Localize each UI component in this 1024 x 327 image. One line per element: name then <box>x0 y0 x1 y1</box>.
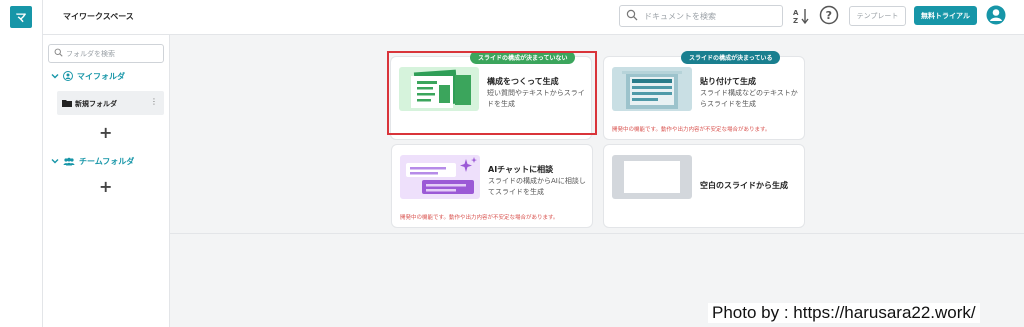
search-icon <box>626 9 638 21</box>
folder-search-input[interactable]: フォルダを検索 <box>48 44 164 63</box>
folder-sidebar: フォルダを検索 マイフォルダ 新規フォルダ ⋮ + チームフォルダ + <box>43 35 170 327</box>
folder-item[interactable]: 新規フォルダ ⋮ <box>57 91 164 115</box>
content-divider <box>170 233 1024 234</box>
chevron-down-icon <box>51 159 59 164</box>
team-icon <box>63 157 75 165</box>
free-trial-button[interactable]: 無料トライアル <box>914 6 977 25</box>
blank-slide-illustration <box>612 155 692 199</box>
document-search-input[interactable]: ドキュメントを検索 <box>619 5 783 27</box>
card-warning: 開発中の機能です。動作や出力内容が不安定な場合があります。 <box>400 215 559 221</box>
top-bar: マイワークスペース ドキュメントを検索 A Z ? テンプレート 無料トライアル <box>43 0 1024 35</box>
add-team-folder-button[interactable]: + <box>99 177 112 196</box>
workspace-title: マイワークスペース <box>63 12 134 21</box>
help-icon[interactable]: ? <box>819 5 839 25</box>
left-rail: マ <box>0 0 43 327</box>
folder-icon <box>62 100 72 107</box>
search-icon <box>54 48 63 57</box>
card-title: 空白のスライドから生成 <box>700 181 788 190</box>
app-logo[interactable]: マ <box>10 6 32 28</box>
folder-search-placeholder: フォルダを検索 <box>66 50 115 58</box>
svg-text:?: ? <box>826 9 832 22</box>
card-title: AIチャットに相談 <box>488 165 554 174</box>
ai-chat-card[interactable]: AIチャットに相談 スライドの構成からAIに相談してスライドを生成 開発中の機能… <box>391 144 593 228</box>
chevron-down-icon <box>51 74 59 79</box>
template-button[interactable]: テンプレート <box>849 6 906 26</box>
paste-illustration <box>612 67 692 111</box>
kebab-icon[interactable]: ⋮ <box>150 97 158 106</box>
structured-badge: スライドの構成が決まっている <box>681 51 781 64</box>
svg-text:A: A <box>793 9 799 17</box>
my-folder-header[interactable]: マイフォルダ <box>51 70 125 82</box>
avatar-icon[interactable] <box>986 5 1006 25</box>
sort-az-icon[interactable]: A Z <box>792 7 810 25</box>
folder-label: 新規フォルダ <box>75 100 117 108</box>
svg-text:Z: Z <box>793 17 798 25</box>
add-my-folder-button[interactable]: + <box>99 123 112 142</box>
team-folder-header[interactable]: チームフォルダ <box>51 155 134 167</box>
highlight-box <box>387 51 597 135</box>
user-icon <box>63 71 73 81</box>
photo-credit: Photo by : https://harusara22.work/ <box>708 303 980 323</box>
blank-slide-card[interactable]: 空白のスライドから生成 <box>603 144 805 228</box>
paste-and-generate-card[interactable]: 貼り付けて生成 スライド構成などのテキストからスライドを生成 開発中の機能です。… <box>603 56 805 140</box>
search-placeholder: ドキュメントを検索 <box>644 12 716 21</box>
card-warning: 開発中の機能です。動作や出力内容が不安定な場合があります。 <box>612 127 771 133</box>
my-folder-label: マイフォルダ <box>77 71 125 81</box>
card-description: スライド構成などのテキストからスライドを生成 <box>700 89 798 108</box>
ai-chat-illustration <box>400 155 480 199</box>
card-description: スライドの構成からAIに相談してスライドを生成 <box>488 177 586 196</box>
team-folder-label: チームフォルダ <box>79 156 135 166</box>
card-title: 貼り付けて生成 <box>700 77 756 86</box>
